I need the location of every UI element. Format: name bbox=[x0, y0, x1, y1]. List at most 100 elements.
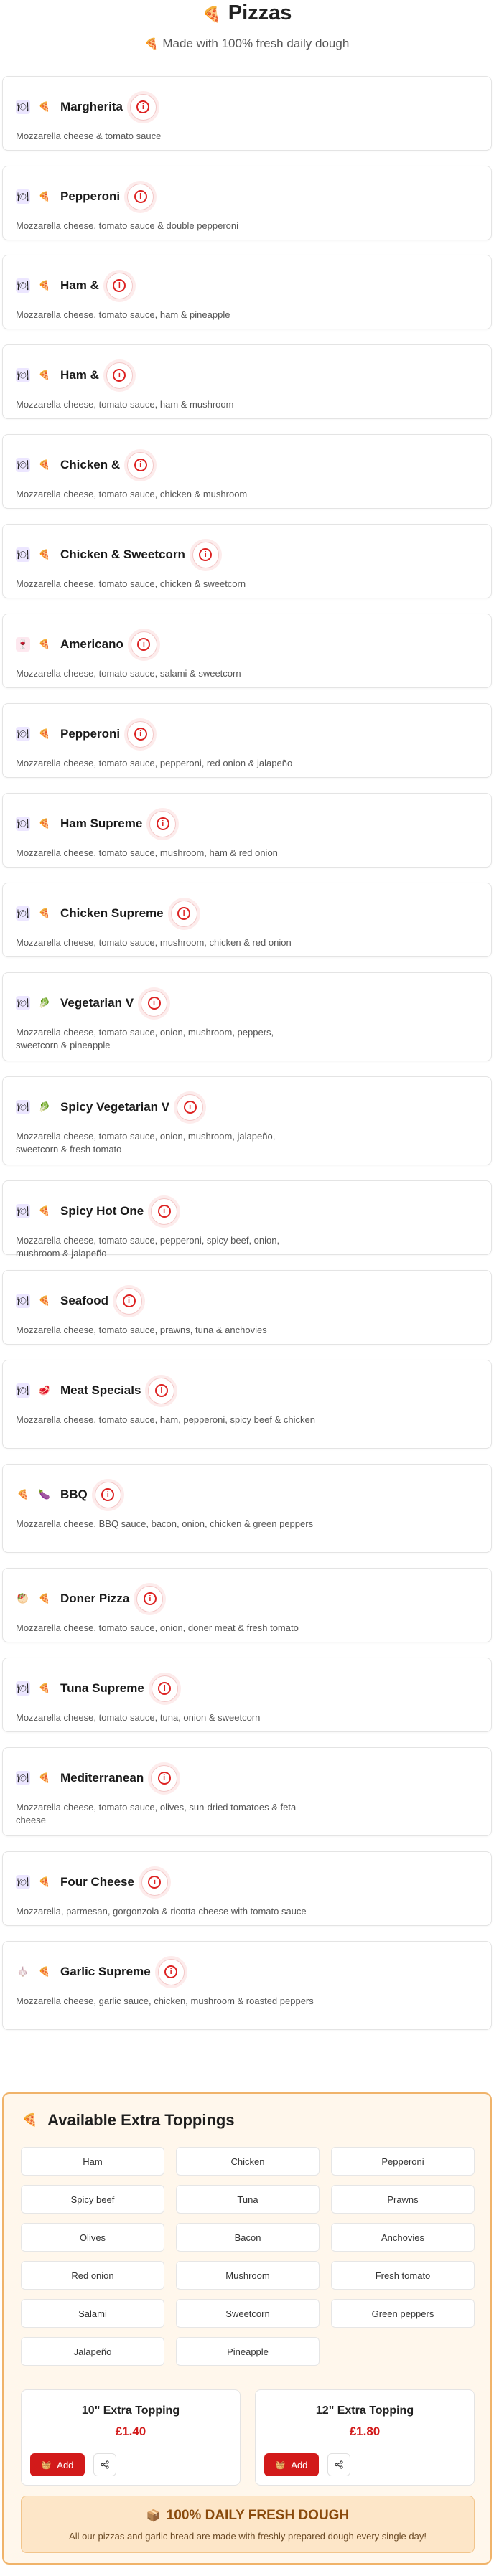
leaf-icon: 🥬 bbox=[38, 997, 51, 1008]
pizza-description: Mozzarella cheese, tomato sauce, prawns,… bbox=[16, 1325, 267, 1335]
info-button[interactable]: i bbox=[148, 1377, 175, 1404]
info-icon: i bbox=[134, 190, 147, 203]
toppings-grid: Ham Chicken Pepperoni Spicy beef Tuna Prawns O… bbox=[21, 2147, 475, 2366]
pizza-card-header: 🍽 🍕 Tuna Supreme i bbox=[16, 1674, 178, 1703]
topping-chip[interactable]: Fresh tomato bbox=[331, 2261, 475, 2290]
topping-chip[interactable]: Pineapple bbox=[176, 2337, 320, 2366]
topping-chip[interactable]: Salami bbox=[21, 2299, 164, 2328]
info-button[interactable]: i bbox=[116, 1287, 143, 1315]
pizza-name: Chicken & bbox=[60, 458, 121, 471]
info-button[interactable]: i bbox=[149, 810, 177, 837]
pizza-card-header: 🍽 🍕 Pepperoni i bbox=[16, 182, 154, 211]
dish-icon: 🍽 bbox=[16, 1294, 30, 1308]
info-icon: i bbox=[101, 1488, 115, 1501]
info-button[interactable]: i bbox=[151, 1675, 178, 1702]
leaf-icon: 🥬 bbox=[38, 1101, 51, 1112]
dish-icon: 🍽 bbox=[16, 906, 30, 921]
topping-chip[interactable]: Red onion bbox=[21, 2261, 164, 2290]
info-button[interactable]: i bbox=[106, 362, 133, 389]
info-button[interactable]: i bbox=[106, 272, 133, 299]
share-button[interactable] bbox=[327, 2453, 350, 2476]
pizza-card: 🍽 🍕 Pepperoni i Mozzarella cheese, tomato sa… bbox=[2, 166, 492, 240]
info-icon: i bbox=[157, 1772, 171, 1785]
topping-chip[interactable]: Ham bbox=[21, 2147, 164, 2176]
pizza-card: 🍽 🍕 Spicy Hot One i Mozzarella cheese, tomat… bbox=[2, 1180, 492, 1259]
info-button[interactable]: i bbox=[157, 1958, 185, 1985]
share-icon bbox=[101, 2460, 109, 2469]
info-icon: i bbox=[143, 1592, 157, 1605]
info-icon: i bbox=[136, 100, 150, 113]
pizza-card-header: 🍽 🍕 Spicy Hot One i bbox=[16, 1197, 178, 1226]
pizza-description: Mozzarella cheese, tomato sauce, tuna, o… bbox=[16, 1712, 261, 1723]
dish-icon: 🍽 bbox=[16, 100, 30, 114]
topping-chip[interactable]: Jalapeño bbox=[21, 2337, 164, 2366]
pizza-icon: 🍕 bbox=[38, 908, 51, 918]
pizza-icon: 🍕 bbox=[38, 639, 51, 649]
info-button[interactable]: i bbox=[141, 989, 168, 1017]
pizza-description: Mozzarella cheese, garlic sauce, chicken… bbox=[16, 1996, 314, 2006]
pizza-card-header: 🥙 🍕 Doner Pizza i bbox=[16, 1584, 164, 1613]
pizza-card-header: 🍽 🍕 Pepperoni i bbox=[16, 720, 154, 748]
dish-icon: 🍽 bbox=[16, 1875, 30, 1889]
info-icon: i bbox=[134, 459, 147, 471]
info-button[interactable]: i bbox=[151, 1764, 178, 1792]
info-icon: i bbox=[156, 817, 169, 830]
dish-icon: 🍽 bbox=[16, 996, 30, 1010]
dish-icon: 🍽 bbox=[16, 547, 30, 562]
info-button[interactable]: i bbox=[94, 1481, 121, 1508]
page-title: 🍕 Pizzas bbox=[0, 1, 494, 27]
info-button[interactable]: i bbox=[151, 1198, 178, 1225]
box-icon: 📦 bbox=[146, 2510, 161, 2522]
topping-chip[interactable]: Spicy beef bbox=[21, 2185, 164, 2214]
pizza-description: Mozzarella cheese, tomato sauce, ham, pe… bbox=[16, 1414, 315, 1425]
info-button[interactable]: i bbox=[192, 541, 219, 568]
pizza-icon: 🍕 bbox=[38, 1772, 51, 1783]
info-button[interactable]: i bbox=[127, 183, 154, 210]
info-button[interactable]: i bbox=[141, 1868, 168, 1896]
topping-chip[interactable]: Mushroom bbox=[176, 2261, 320, 2290]
extra-topping-card-10: 10" Extra Topping £1.40 🧺 Add bbox=[21, 2389, 241, 2486]
pizza-card: 🍽 🍕 Chicken & Sweetcorn i Mozzarella cheese,… bbox=[2, 524, 492, 598]
topping-chip[interactable]: Sweetcorn bbox=[176, 2299, 320, 2328]
share-button[interactable] bbox=[93, 2453, 116, 2476]
topping-chip[interactable]: Olives bbox=[21, 2223, 164, 2252]
add-button[interactable]: 🧺 Add bbox=[264, 2453, 319, 2476]
pizza-icon: 🍕 bbox=[22, 2113, 38, 2127]
info-button[interactable]: i bbox=[170, 900, 197, 927]
pizza-icon: 🍕 bbox=[38, 1593, 51, 1604]
pizza-name: Seafood bbox=[60, 1294, 109, 1307]
pizza-icon: 🍕 bbox=[38, 549, 51, 560]
page-subtitle: 🍕 Made with 100% fresh daily dough bbox=[0, 37, 494, 51]
info-icon: i bbox=[199, 548, 213, 561]
kebab-icon: 🥙 bbox=[17, 1593, 29, 1604]
info-icon: i bbox=[164, 1965, 178, 1978]
pizza-icon: 🍕 bbox=[38, 1966, 51, 1977]
page-subtitle-text: Made with 100% fresh daily dough bbox=[162, 37, 350, 50]
dish-icon: 🍽 bbox=[16, 458, 30, 472]
extra-topping-card-12: 12" Extra Topping £1.80 🧺 Add bbox=[255, 2389, 475, 2486]
info-button[interactable]: i bbox=[127, 720, 154, 748]
topping-chip[interactable]: Chicken bbox=[176, 2147, 320, 2176]
pizza-description: Mozzarella, parmesan, gorgonzola & ricot… bbox=[16, 1906, 307, 1917]
info-button[interactable]: i bbox=[129, 93, 157, 121]
pizza-name: Spicy Vegetarian V bbox=[60, 1100, 170, 1114]
topping-chip[interactable]: Green peppers bbox=[331, 2299, 475, 2328]
info-button[interactable]: i bbox=[130, 631, 157, 658]
info-button[interactable]: i bbox=[136, 1585, 164, 1612]
topping-chip[interactable]: Pepperoni bbox=[331, 2147, 475, 2176]
pizza-name: Mediterranean bbox=[60, 1771, 144, 1785]
pizza-card: 🍽 🍕 Ham & i Mozzarella cheese, tomato sauce,… bbox=[2, 255, 492, 329]
topping-chip[interactable]: Anchovies bbox=[331, 2223, 475, 2252]
topping-chip[interactable]: Prawns bbox=[331, 2185, 475, 2214]
pizza-card-header: 🍽 🍕 Chicken & i bbox=[16, 451, 154, 479]
topping-chip[interactable]: Bacon bbox=[176, 2223, 320, 2252]
pizza-name: Ham Supreme bbox=[60, 817, 143, 830]
pizza-icon: 🍕 bbox=[38, 818, 51, 829]
info-button[interactable]: i bbox=[177, 1094, 204, 1121]
pizza-description: Mozzarella cheese, tomato sauce, onion, … bbox=[16, 1027, 274, 1050]
add-button[interactable]: 🧺 Add bbox=[30, 2453, 85, 2476]
topping-chip[interactable]: Tuna bbox=[176, 2185, 320, 2214]
fresh-dough-title-text: 100% DAILY FRESH DOUGH bbox=[166, 2508, 350, 2523]
info-button[interactable]: i bbox=[127, 451, 154, 479]
pizza-card-header: 🍽 🥩 Meat Specials i bbox=[16, 1376, 175, 1405]
